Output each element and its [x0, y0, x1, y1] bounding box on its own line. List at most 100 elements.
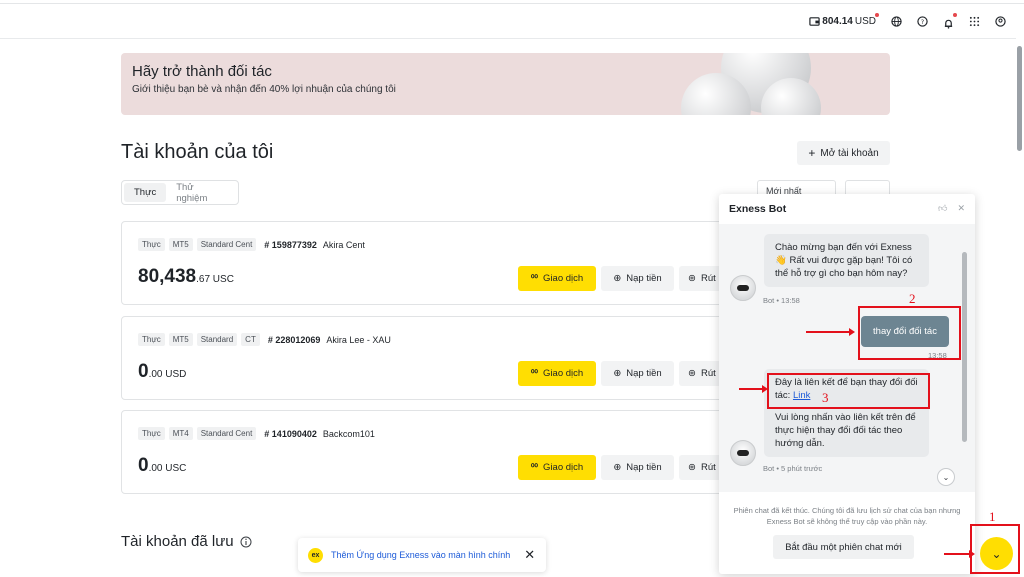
thumbs-up-icon[interactable]: 👍︎ [938, 203, 947, 214]
trade-label: Giao dịch [543, 273, 584, 284]
new-chat-button[interactable]: Bắt đầu một phiên chat mới [773, 535, 914, 559]
deposit-icon: ⊕ [613, 462, 622, 473]
deposit-icon: ⊕ [613, 273, 622, 284]
account-tag: Thực [138, 333, 165, 346]
new-chat-label: Bắt đầu một phiên chat mới [785, 541, 902, 553]
withdraw-icon: ⊛ [688, 462, 696, 473]
page-scrollbar[interactable] [1017, 46, 1022, 151]
account-card[interactable]: Thực MT5 Standard Cent # 159877392 Akira… [121, 221, 741, 305]
bot-avatar [730, 440, 756, 466]
top-header: 804.14 USD ? [0, 5, 1016, 39]
withdraw-label: Rút [700, 273, 716, 284]
trade-button[interactable]: ⁰⁰ Giao dịch [518, 455, 596, 480]
chat-scrollbar[interactable] [962, 252, 967, 442]
deposit-button[interactable]: ⊕ Nạp tiền [601, 361, 674, 386]
deposit-button[interactable]: ⊕ Nạp tiền [601, 266, 674, 291]
tab-demo[interactable]: Thử nghiệm [166, 182, 236, 204]
help-icon[interactable]: ? [917, 16, 928, 27]
globe-icon[interactable] [891, 16, 902, 27]
deposit-icon: ⊕ [613, 368, 622, 379]
deposit-label: Nạp tiền [626, 462, 662, 473]
annotation-box [970, 524, 1020, 574]
account-balance: 0.00 USC [138, 455, 186, 477]
trade-button[interactable]: ⁰⁰ Giao dịch [518, 361, 596, 386]
account-tag: Standard Cent [196, 427, 257, 440]
deposit-button[interactable]: ⊕ Nạp tiền [601, 455, 674, 480]
account-meta: Thực MT4 Standard Cent # 141090402 Backc… [138, 427, 375, 440]
account-tag: CT [241, 333, 260, 346]
trade-icon: ⁰⁰ [530, 273, 539, 283]
account-number: # 159877392 [264, 239, 317, 250]
chat-ended-notice: Phiên chat đã kết thúc. Chúng tôi đã lưu… [733, 506, 961, 526]
account-card[interactable]: Thực MT4 Standard Cent # 141090402 Backc… [121, 410, 741, 494]
account-tag: MT5 [168, 238, 193, 251]
info-icon[interactable] [240, 536, 252, 548]
deposit-label: Nạp tiền [626, 368, 662, 379]
message-meta: Bot • 5 phút trước [763, 464, 823, 473]
bot-message-text: Vui lòng nhấn vào liên kết trên để thực … [775, 412, 916, 449]
balance-decimal: .00 USC [148, 463, 187, 474]
close-icon[interactable]: ✕ [957, 203, 965, 214]
notification-dot [875, 13, 879, 17]
withdraw-icon: ⊛ [688, 273, 696, 284]
annotation-arrow [739, 385, 768, 393]
account-tag: MT5 [168, 333, 193, 346]
trade-icon: ⁰⁰ [530, 368, 539, 378]
account-meta: Thực MT5 Standard CT # 228012069 Akira L… [138, 333, 391, 346]
apps-grid-icon[interactable] [969, 16, 980, 27]
bot-message: Chào mừng bạn đến với Exness 👋 Rất vui đ… [764, 234, 929, 287]
my-accounts-title: Tài khoản của tôi [121, 141, 274, 163]
balance-unit: USD [854, 16, 876, 27]
balance-display[interactable]: 804.14 USD [809, 13, 879, 27]
withdraw-icon: ⊛ [688, 368, 696, 379]
trade-label: Giao dịch [543, 462, 584, 473]
promo-subtitle: Giới thiệu bạn bè và nhận đến 40% lợi nh… [132, 84, 396, 95]
close-icon[interactable]: ✕ [524, 547, 535, 563]
account-number: # 228012069 [267, 334, 321, 345]
account-name: Akira Cent [322, 239, 365, 250]
page: 804.14 USD ? Hãy trở thành đối tác Giới … [0, 0, 1024, 577]
account-tag: Thực [138, 427, 165, 440]
account-tag: MT4 [168, 427, 193, 440]
trade-label: Giao dịch [543, 368, 584, 379]
annotation-box [858, 306, 961, 360]
partner-promo-banner[interactable]: Hãy trở thành đối tác Giới thiệu bạn bè … [121, 53, 890, 115]
tab-real[interactable]: Thực [124, 183, 167, 202]
chat-header-actions: 👍︎ ✕ [938, 203, 965, 214]
annotation-number: 2 [909, 291, 916, 306]
annotation-number: 3 [822, 390, 829, 405]
bot-message: Vui lòng nhấn vào liên kết trên để thực … [764, 404, 929, 457]
deposit-label: Nạp tiền [626, 273, 662, 284]
promo-title: Hãy trở thành đối tác [132, 63, 272, 80]
plus-icon: + [808, 146, 816, 160]
bell-icon[interactable] [943, 13, 957, 29]
balance-integer: 80,438 [138, 266, 197, 287]
annotation-box [767, 373, 930, 409]
svg-text:?: ? [921, 18, 924, 26]
account-tag: Thực [138, 238, 165, 251]
open-account-label: Mở tài khoản [820, 147, 879, 159]
balance-integer: 0 [138, 361, 149, 382]
trade-icon: ⁰⁰ [530, 462, 539, 472]
profile-icon[interactable] [995, 16, 1006, 27]
toast-text[interactable]: Thêm Ứng dụng Exness vào màn hình chính [331, 550, 510, 560]
annotation-arrow [944, 550, 975, 558]
account-balance: 80,438.67 USC [138, 266, 234, 288]
bot-avatar [730, 275, 756, 301]
install-app-toast[interactable]: ex Thêm Ứng dụng Exness vào màn hình chí… [298, 538, 546, 572]
bot-message-text: Chào mừng bạn đến với Exness 👋 Rất vui đ… [775, 242, 913, 279]
account-card[interactable]: Thực MT5 Standard CT # 228012069 Akira L… [121, 316, 741, 400]
balance-integer: 0 [138, 455, 149, 476]
saved-accounts-label: Tài khoản đã lưu [121, 533, 234, 550]
account-tag: Standard [196, 333, 238, 346]
account-meta: Thực MT5 Standard Cent # 159877392 Akira… [138, 238, 365, 251]
open-account-button[interactable]: + Mở tài khoản [797, 141, 890, 165]
chat-header: Exness Bot [719, 194, 975, 224]
trade-button[interactable]: ⁰⁰ Giao dịch [518, 266, 596, 291]
balance-decimal: .67 USC [196, 274, 234, 285]
balance-value: 804.14 [822, 16, 853, 27]
withdraw-label: Rút [700, 462, 716, 473]
scroll-down-button[interactable]: ⌄ [937, 468, 955, 486]
saved-accounts-title: Tài khoản đã lưu [121, 533, 252, 550]
account-tag: Standard Cent [196, 238, 257, 251]
